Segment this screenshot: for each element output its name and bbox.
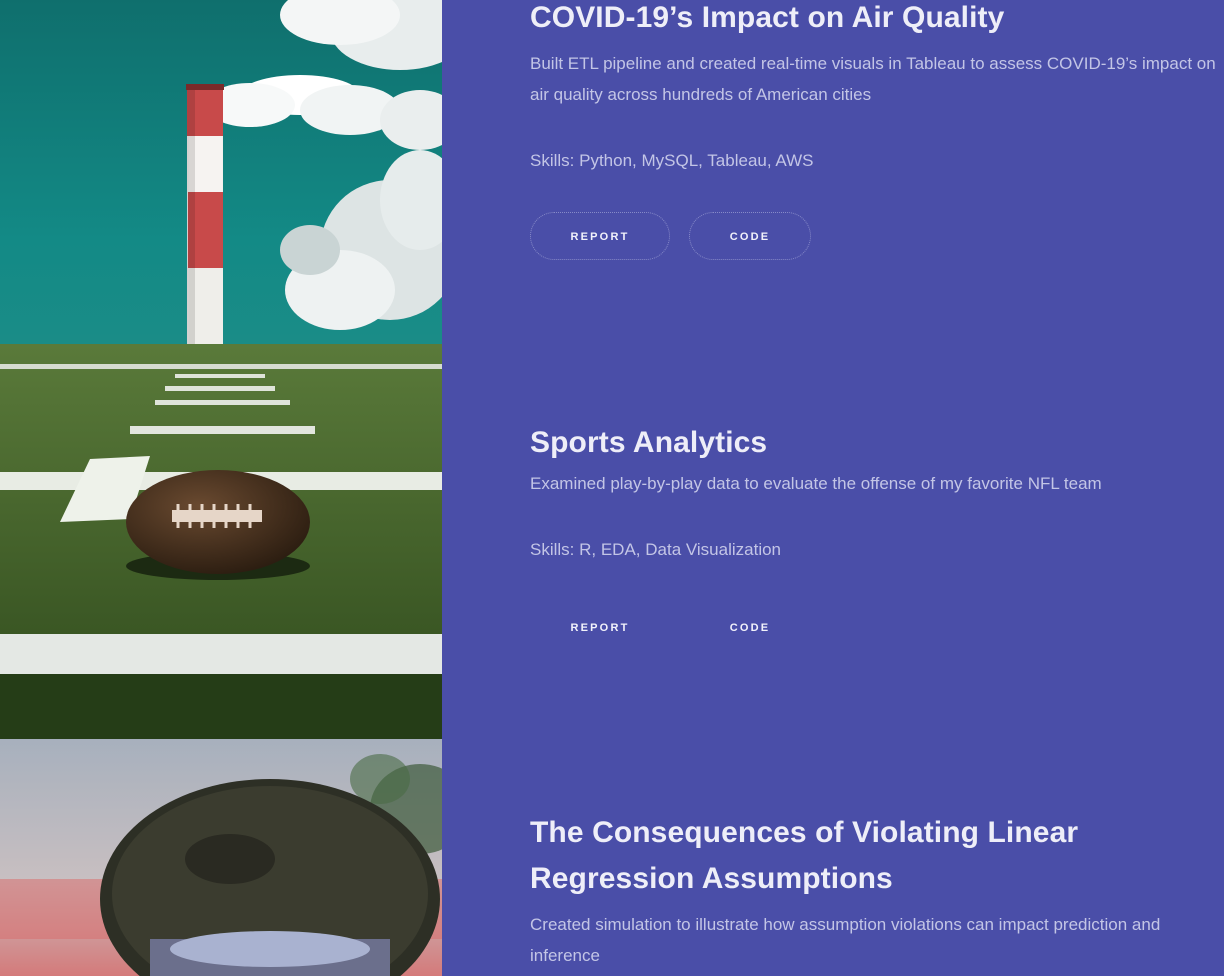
code-button[interactable]: CODE: [689, 212, 811, 260]
portfolio-page: COVID-19’s Impact on Air Quality Built E…: [0, 0, 1224, 976]
report-button[interactable]: REPORT: [530, 212, 670, 260]
project-title: The Consequences of Violating Linear Reg…: [530, 816, 1079, 895]
project-card: Sports Analytics Examined play-by-play d…: [530, 420, 1220, 655]
project-card: The Consequences of Violating Linear Reg…: [530, 810, 1220, 971]
project-description: Examined play-by-play data to evaluate t…: [530, 474, 1102, 493]
crystal-ball-image: [0, 739, 442, 976]
project-card: COVID-19’s Impact on Air Quality Built E…: [530, 0, 1220, 264]
project-buttons: REPORT CODE: [530, 212, 1220, 264]
project-description: Created simulation to illustrate how ass…: [530, 915, 1161, 965]
code-button[interactable]: CODE: [689, 603, 811, 651]
project-title: Sports Analytics: [530, 426, 768, 459]
football-field-image: [0, 344, 442, 739]
project-buttons: REPORT CODE: [530, 603, 1220, 655]
report-button[interactable]: REPORT: [530, 603, 670, 651]
project-skills: Skills: R, EDA, Data Visualization: [530, 540, 782, 559]
project-title: COVID-19’s Impact on Air Quality: [530, 1, 1005, 34]
project-skills: Skills: Python, MySQL, Tableau, AWS: [530, 151, 814, 170]
project-images-column: [0, 0, 442, 976]
smokestack-image: [0, 0, 442, 344]
project-description: Built ETL pipeline and created real-time…: [530, 54, 1216, 104]
